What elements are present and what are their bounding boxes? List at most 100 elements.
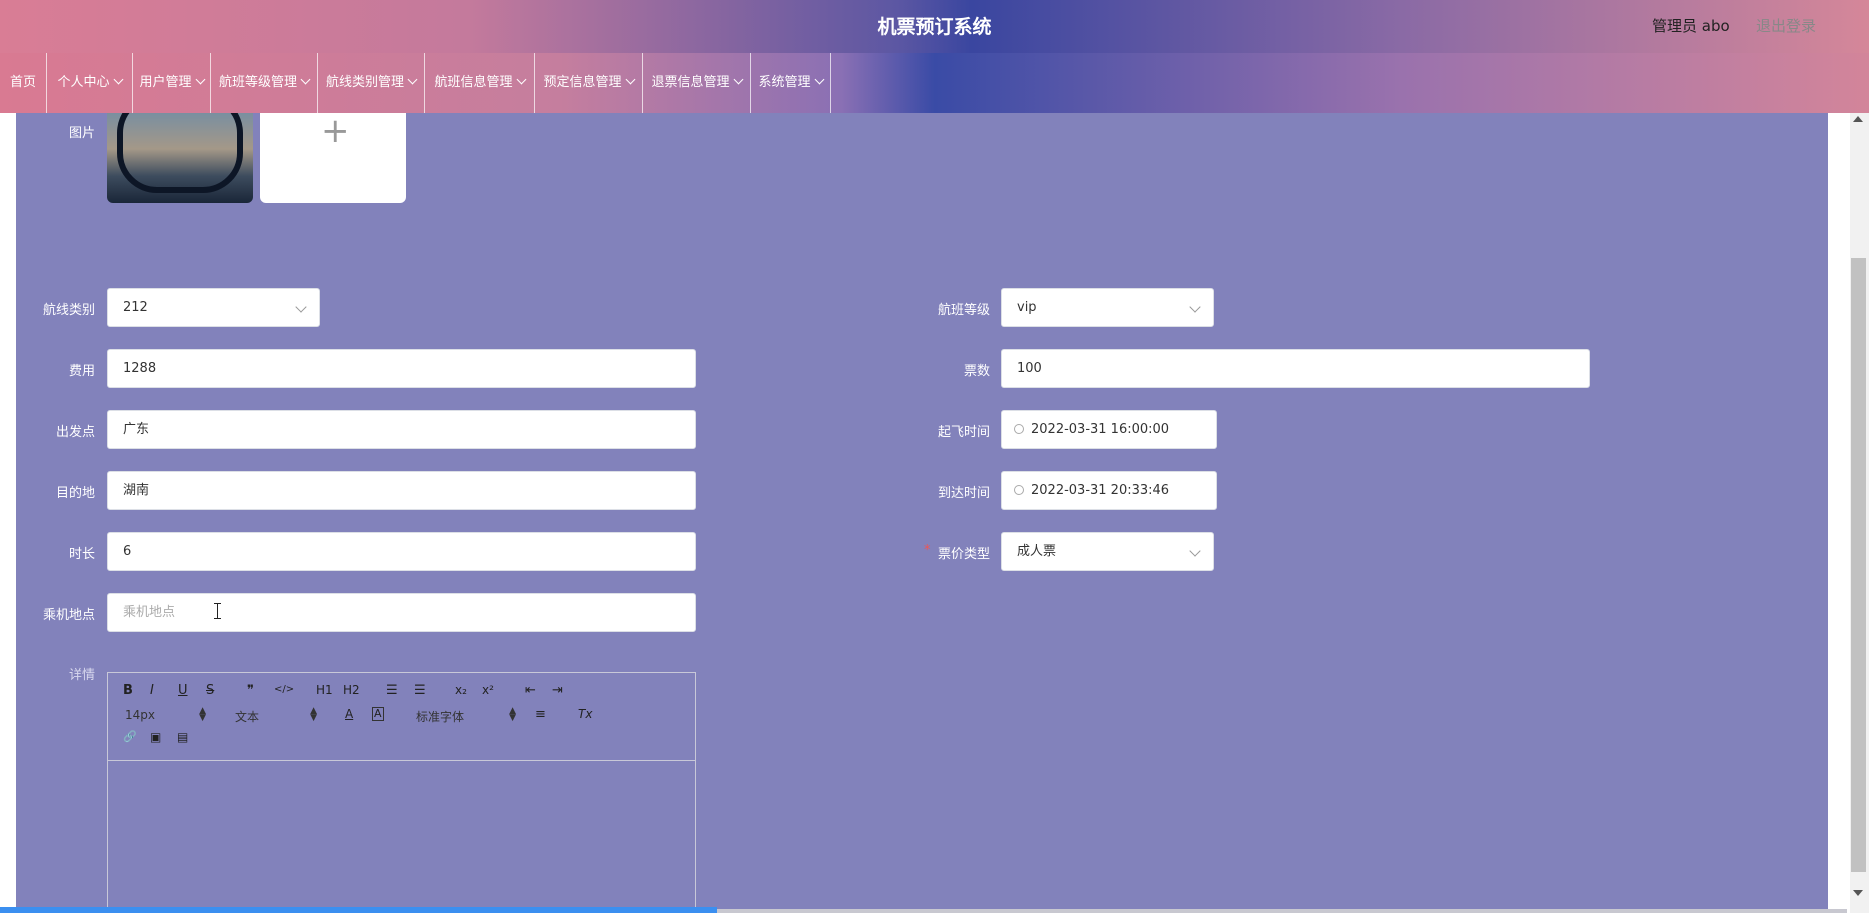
plus-icon: + bbox=[321, 111, 350, 151]
chevron-down-icon bbox=[516, 74, 526, 85]
clock-icon bbox=[1014, 424, 1024, 434]
nav-label: 航班信息管理 bbox=[434, 75, 513, 90]
spinner-icon: ▲ ▼ bbox=[199, 707, 206, 723]
nav-route-category[interactable]: 航线类别管理 bbox=[318, 53, 425, 113]
flight-level-select[interactable]: vip bbox=[1001, 288, 1214, 327]
clock-icon bbox=[1014, 485, 1024, 495]
flight-level-value: vip bbox=[1017, 300, 1037, 315]
spinner-down-icon: ▼ bbox=[509, 713, 516, 723]
nav-system-management[interactable]: 系统管理 bbox=[751, 53, 831, 113]
chevron-down-icon bbox=[295, 301, 307, 313]
superscript-button[interactable]: x² bbox=[482, 683, 494, 697]
indent-icon[interactable]: ⇥ bbox=[552, 683, 563, 698]
image-label: 图片 bbox=[68, 126, 95, 141]
ticket-type-value: 成人票 bbox=[1017, 544, 1057, 559]
nav-refund-info[interactable]: 退票信息管理 bbox=[643, 53, 751, 113]
chevron-down-icon bbox=[733, 74, 743, 85]
subscript-button[interactable]: x₂ bbox=[455, 683, 467, 697]
clear-format-icon[interactable]: Tx bbox=[578, 707, 592, 721]
uploaded-image-thumbnail[interactable] bbox=[107, 113, 253, 203]
nav-user-management[interactable]: 用户管理 bbox=[133, 53, 211, 113]
current-user-label: 管理员 abo bbox=[1652, 17, 1730, 35]
image-upload-button[interactable]: + bbox=[260, 113, 406, 203]
chevron-down-icon bbox=[1189, 301, 1201, 313]
ticket-count-input[interactable]: 100 bbox=[1001, 349, 1590, 388]
nav-flight-info[interactable]: 航班信息管理 bbox=[425, 53, 535, 113]
chevron-down-icon bbox=[300, 74, 311, 85]
background-color-icon[interactable]: A bbox=[372, 707, 384, 721]
bullet-list-icon[interactable]: ☰ bbox=[414, 683, 426, 698]
image-icon[interactable]: ▣ bbox=[150, 730, 161, 744]
nav-label: 个人中心 bbox=[57, 75, 110, 90]
boarding-place-label: 乘机地点 bbox=[42, 608, 95, 623]
strike-button[interactable]: S bbox=[206, 683, 214, 698]
rich-text-editor[interactable]: B I U S ❞ </> H1 H2 ☰ ☰ x₂ x² ⇤ ⇥ 14px ▲ ▼… bbox=[107, 672, 696, 913]
editor-toolbar: B I U S ❞ </> H1 H2 ☰ ☰ x₂ x² ⇤ ⇥ 14px ▲ ▼… bbox=[108, 673, 695, 761]
airplane-window-image bbox=[117, 113, 243, 193]
font-color-icon[interactable]: A bbox=[345, 707, 353, 721]
scroll-up-arrow-icon[interactable] bbox=[1853, 116, 1863, 122]
nav-home[interactable]: 首页 bbox=[0, 53, 47, 113]
underline-button[interactable]: U bbox=[178, 683, 188, 698]
route-category-select[interactable]: 212 bbox=[107, 288, 320, 327]
boarding-place-input[interactable]: 乘机地点 bbox=[107, 593, 696, 632]
departure-input[interactable]: 广东 bbox=[107, 410, 696, 449]
chevron-down-icon bbox=[407, 74, 418, 85]
scroll-down-arrow-icon[interactable] bbox=[1853, 890, 1863, 896]
font-size-select[interactable]: 14px ▲ ▼ bbox=[125, 707, 206, 723]
main-nav: 首页 个人中心 用户管理 航班等级管理 航线类别管理 航班信息管理 预定信息管理… bbox=[0, 53, 1869, 113]
nav-label: 退票信息管理 bbox=[651, 75, 730, 90]
route-category-value: 212 bbox=[123, 300, 148, 315]
nav-label: 预定信息管理 bbox=[543, 75, 622, 90]
takeoff-time-value: 2022-03-31 16:00:00 bbox=[1031, 422, 1170, 437]
nav-label: 航线类别管理 bbox=[325, 75, 404, 90]
page-right-edge bbox=[1828, 113, 1850, 913]
departure-label: 出发点 bbox=[55, 425, 95, 440]
font-family-select[interactable]: 标准字体 ▲ ▼ bbox=[416, 707, 516, 725]
nav-flight-level[interactable]: 航班等级管理 bbox=[211, 53, 318, 113]
destination-input[interactable]: 湖南 bbox=[107, 471, 696, 510]
chevron-down-icon bbox=[625, 74, 635, 85]
nav-label: 首页 bbox=[9, 75, 36, 90]
flight-level-label: 航班等级 bbox=[937, 303, 990, 318]
arrival-time-label: 到达时间 bbox=[937, 486, 990, 501]
spinner-icon: ▲ ▼ bbox=[310, 707, 317, 723]
blockquote-icon[interactable]: ❞ bbox=[247, 683, 254, 698]
ticket-count-label: 票数 bbox=[963, 364, 990, 379]
route-category-label: 航线类别 bbox=[42, 303, 95, 318]
chevron-down-icon bbox=[113, 74, 123, 85]
nav-personal-center[interactable]: 个人中心 bbox=[47, 53, 133, 113]
logout-link[interactable]: 退出登录 bbox=[1756, 15, 1816, 36]
top-header: 机票预订系统 管理员 abo 退出登录 bbox=[0, 0, 1869, 53]
spinner-down-icon: ▼ bbox=[199, 713, 206, 723]
horizontal-scrollbar[interactable] bbox=[717, 909, 1847, 913]
spinner-icon: ▲ ▼ bbox=[509, 707, 516, 723]
align-icon[interactable]: ≡ bbox=[535, 707, 546, 722]
font-family-value: 标准字体 bbox=[416, 710, 465, 724]
video-icon[interactable]: ▤ bbox=[177, 730, 188, 744]
duration-input[interactable]: 6 bbox=[107, 532, 696, 571]
ticket-type-select[interactable]: 成人票 bbox=[1001, 532, 1214, 571]
takeoff-time-picker[interactable]: 2022-03-31 16:00:00 bbox=[1001, 410, 1217, 449]
heading-1-button[interactable]: H1 bbox=[316, 683, 333, 697]
italic-button[interactable]: I bbox=[150, 683, 154, 698]
ticket-type-label: 票价类型 bbox=[937, 547, 990, 562]
outdent-icon[interactable]: ⇤ bbox=[525, 683, 536, 698]
nav-booking-info[interactable]: 预定信息管理 bbox=[535, 53, 643, 113]
fee-label: 费用 bbox=[68, 364, 95, 379]
chevron-down-icon bbox=[195, 74, 205, 85]
app-title: 机票预订系统 bbox=[877, 16, 992, 38]
fee-input[interactable]: 1288 bbox=[107, 349, 696, 388]
scrollbar-thumb[interactable] bbox=[1851, 258, 1866, 872]
arrival-time-picker[interactable]: 2022-03-31 20:33:46 bbox=[1001, 471, 1217, 510]
link-icon[interactable]: 🔗 bbox=[123, 730, 137, 743]
code-block-icon[interactable]: </> bbox=[274, 684, 294, 695]
details-label: 详情 bbox=[68, 668, 95, 683]
ordered-list-icon[interactable]: ☰ bbox=[386, 683, 398, 698]
bold-button[interactable]: B bbox=[123, 683, 133, 698]
page-left-edge bbox=[0, 113, 16, 913]
chevron-down-icon bbox=[1189, 545, 1201, 557]
heading-2-button[interactable]: H2 bbox=[343, 683, 360, 697]
loading-progress-bar bbox=[0, 907, 717, 913]
block-type-select[interactable]: 文本 ▲ ▼ bbox=[235, 707, 317, 725]
